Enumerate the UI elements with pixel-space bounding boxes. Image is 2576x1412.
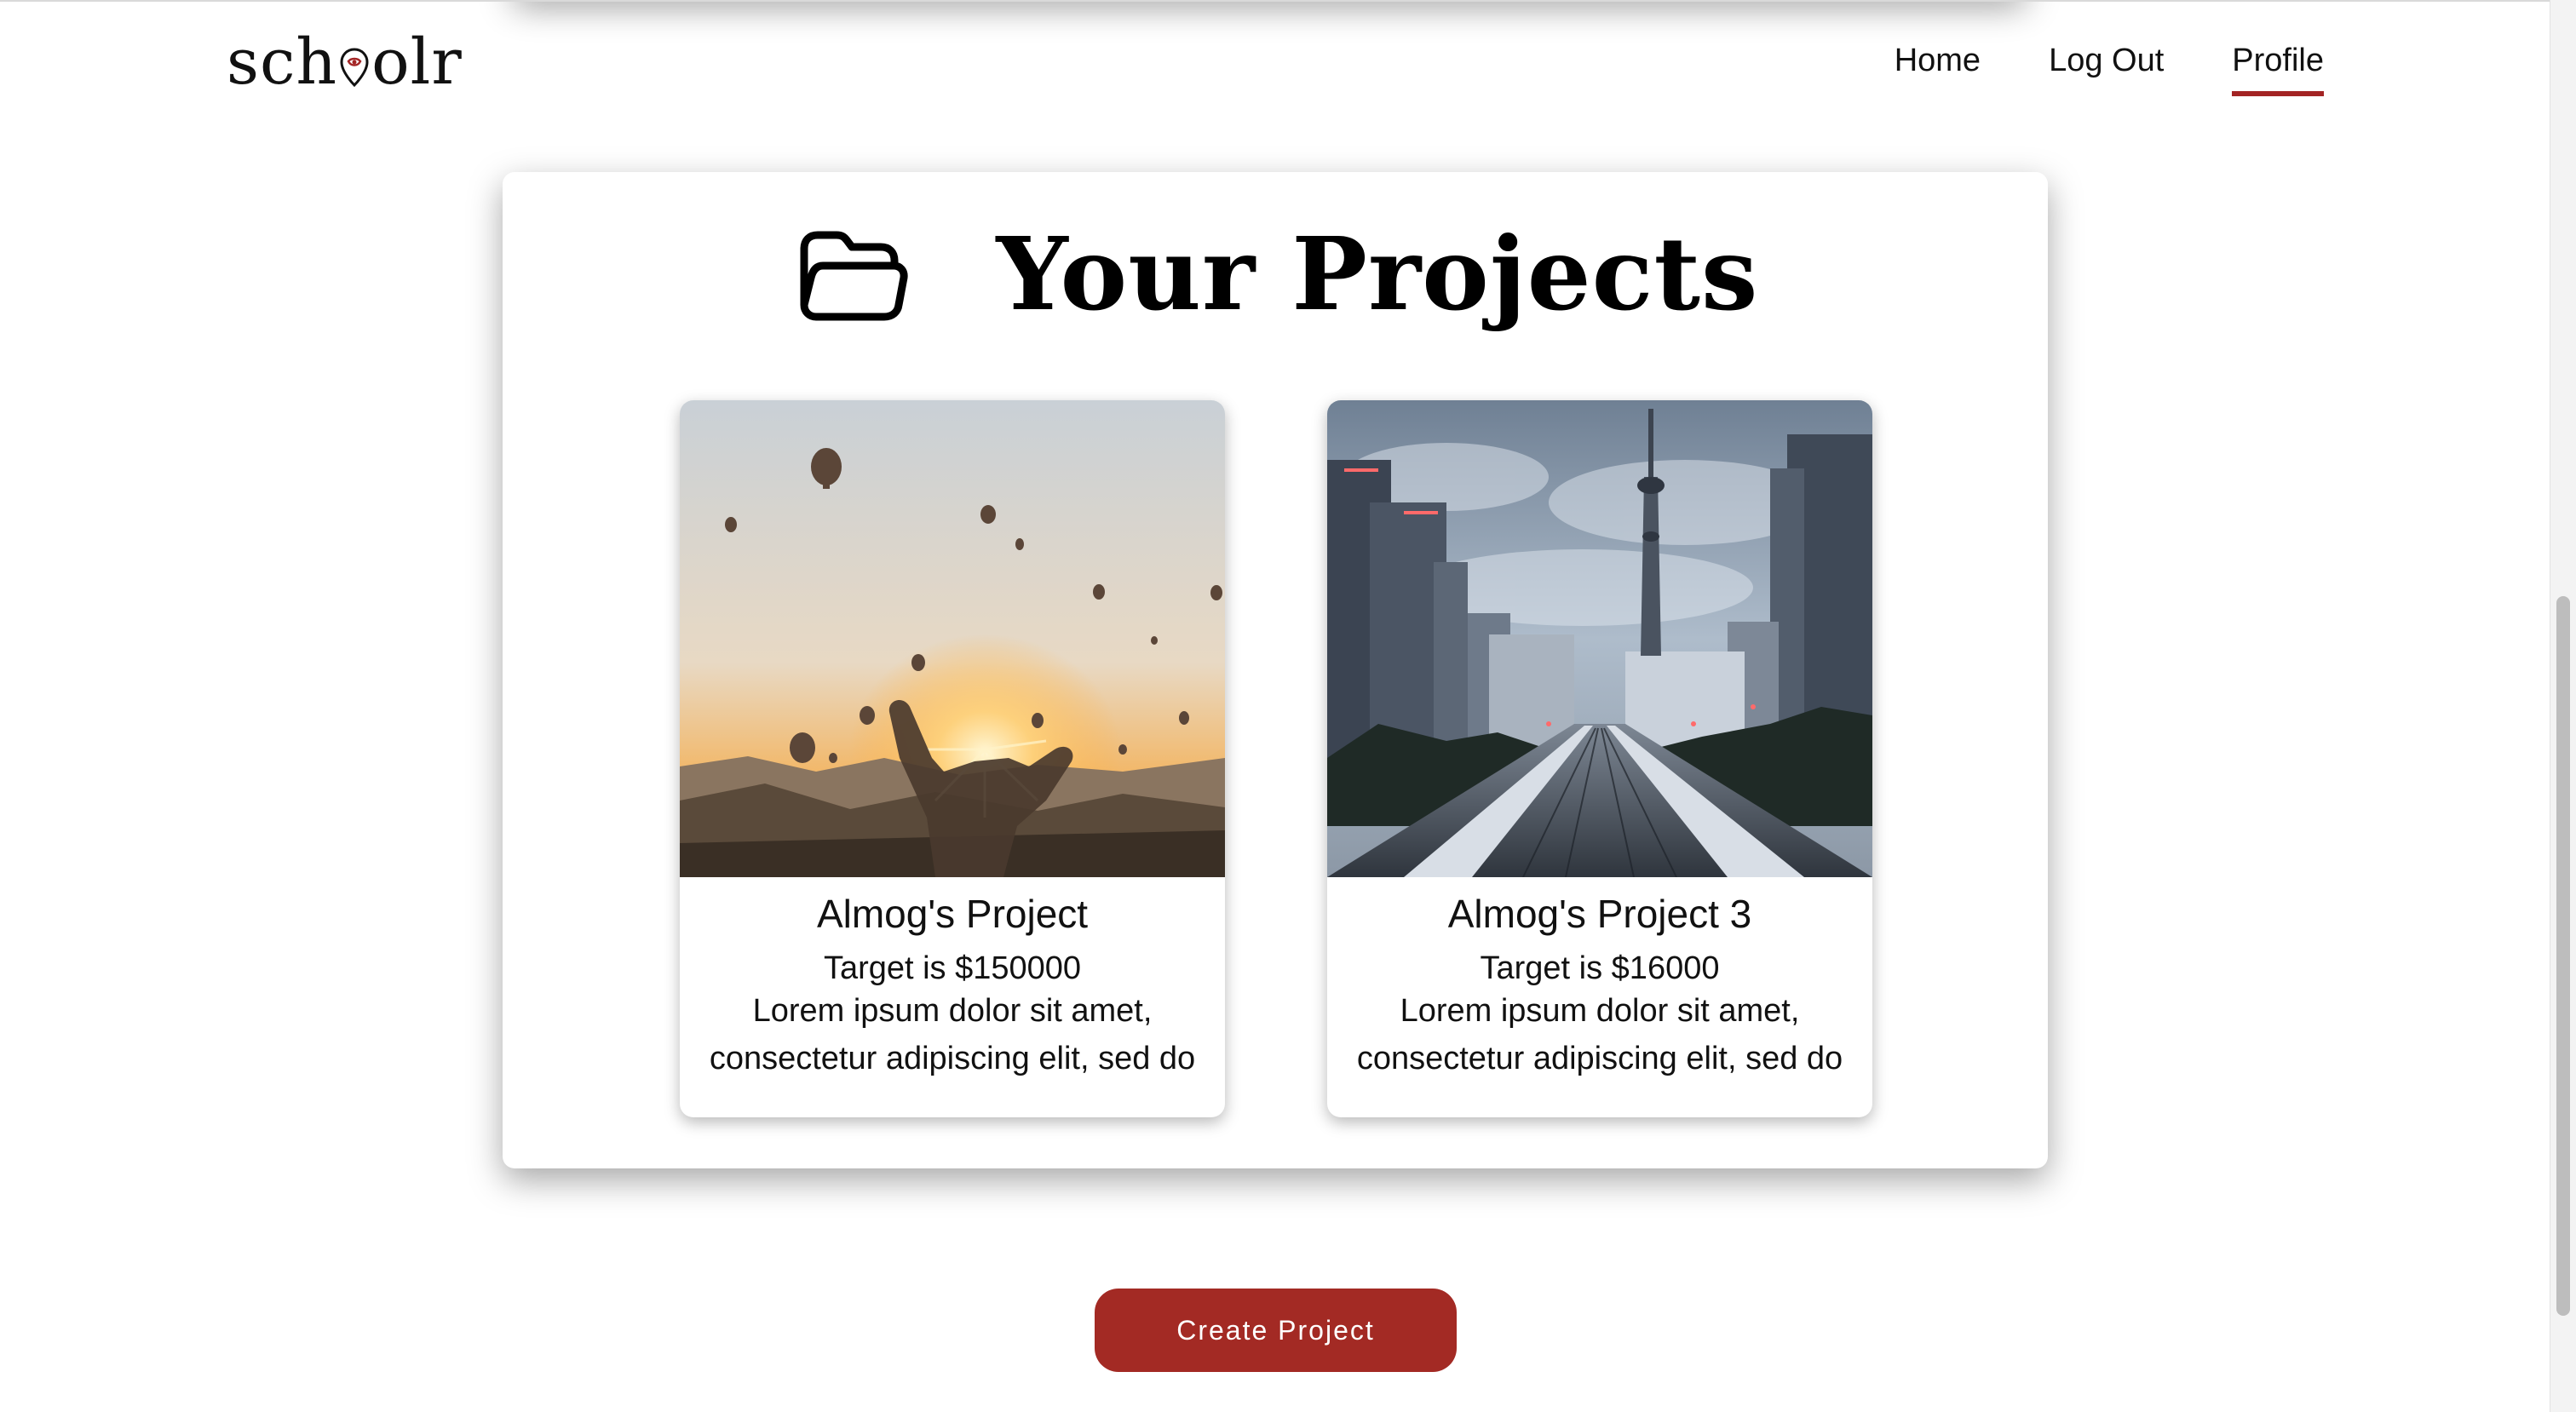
card-title: Almog's Project xyxy=(816,892,1089,936)
logo-text-right: olr xyxy=(371,26,463,99)
scrollbar-thumb[interactable] xyxy=(2556,596,2570,1316)
nav-home[interactable]: Home xyxy=(1895,43,1981,96)
card-target: Target is $150000 xyxy=(823,950,1082,986)
projects-header: Your Projects xyxy=(503,215,2048,333)
logo-text-left: sch xyxy=(227,26,338,99)
projects-panel: Your Projects Almog's Project Target is … xyxy=(503,172,2048,1168)
project-card[interactable]: Almog's Project 3 Target is $16000 Lorem… xyxy=(1327,400,1872,1117)
project-card[interactable]: Almog's Project Target is $150000 Lorem … xyxy=(680,400,1225,1117)
nav-log-out[interactable]: Log Out xyxy=(2049,43,2164,96)
card-target: Target is $16000 xyxy=(1480,950,1720,986)
card-title: Almog's Project 3 xyxy=(1447,892,1752,936)
top-divider xyxy=(0,0,2556,2)
card-desc-line: Lorem ipsum dolor sit amet, xyxy=(1400,993,1800,1029)
card-desc-line: consectetur adipiscing elit, sed do xyxy=(1356,1041,1843,1076)
create-project-button[interactable]: Create Project xyxy=(1095,1289,1457,1372)
card-desc-line: Lorem ipsum dolor sit amet, xyxy=(752,993,1153,1029)
project-image-balloons xyxy=(680,400,1225,877)
page: sch olr Home Log Out Profile Your Projec… xyxy=(0,0,2576,1412)
top-nav: Home Log Out Profile xyxy=(1895,43,2324,96)
project-image-city xyxy=(1327,400,1872,877)
card-description: Lorem ipsum dolor sit amet, consectetur … xyxy=(680,987,1225,1082)
vertical-scrollbar[interactable] xyxy=(2550,0,2576,1412)
card-description: Lorem ipsum dolor sit amet, consectetur … xyxy=(1327,987,1872,1082)
folder-icon xyxy=(800,231,908,320)
logo[interactable]: sch olr xyxy=(227,24,463,100)
location-pin-icon xyxy=(340,48,369,88)
nav-profile[interactable]: Profile xyxy=(2232,43,2324,96)
card-desc-line: consectetur adipiscing elit, sed do xyxy=(709,1041,1196,1076)
page-title: Your Projects xyxy=(996,215,1759,333)
